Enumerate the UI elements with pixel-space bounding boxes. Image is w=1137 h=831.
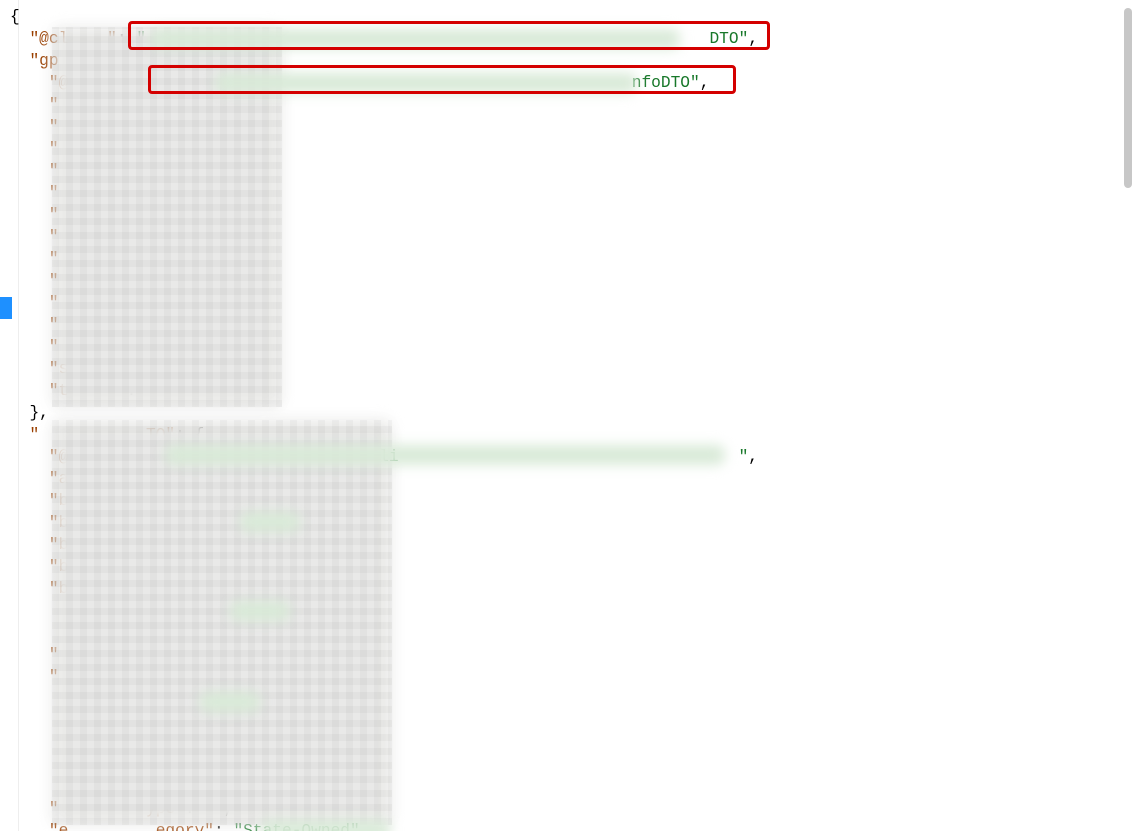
class-value-suffix-1: DTO" [709, 30, 748, 48]
redaction-line-stateowned [260, 820, 390, 831]
vertical-scrollbar-track[interactable] [1123, 4, 1133, 827]
redaction-line-class1 [150, 29, 680, 49]
nested-class-suffix: nfoDTO" [632, 74, 700, 92]
redaction-line-la [200, 692, 260, 712]
brace-open: { [10, 8, 20, 26]
vertical-scrollbar-thumb[interactable] [1124, 8, 1132, 188]
redaction-line-good [230, 601, 290, 621]
nested-close: }, [29, 404, 48, 422]
redaction-line-class3 [165, 445, 725, 465]
redaction-line-123 [240, 512, 300, 532]
redaction-line-class2 [215, 73, 637, 93]
pixelation-overlay-lower [52, 420, 392, 825]
